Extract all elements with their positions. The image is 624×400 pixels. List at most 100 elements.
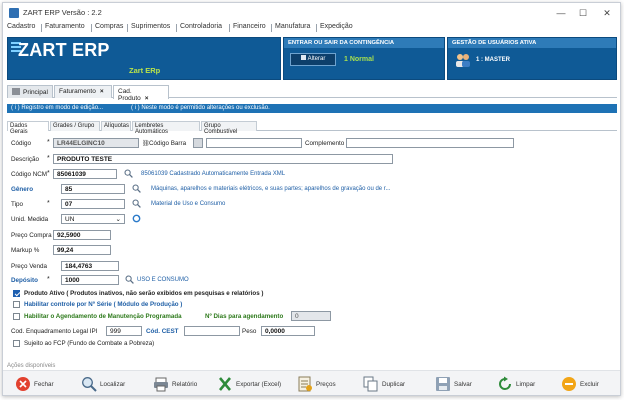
menu-faturamento[interactable]: Faturamento (45, 23, 85, 30)
contingencia-status: 1 Normal (344, 56, 374, 63)
codigo-field[interactable]: LR44ELGINC10 (53, 138, 139, 148)
users-title: GESTÃO DE USUÁRIOS ATIVA (448, 38, 616, 48)
menu-compras[interactable]: Compras (95, 23, 123, 30)
codigo-label: Código (11, 140, 31, 147)
cest-label: Cód. CEST (146, 328, 179, 335)
close-icon[interactable]: ✕ (600, 6, 614, 20)
serie-checkbox[interactable] (13, 301, 20, 308)
minimize-icon[interactable]: — (554, 6, 568, 20)
menu-controladoria[interactable]: Controladoria (180, 23, 222, 30)
sub-tabs: Dados Gerais Grades / Grupo Alíquotas Le… (7, 120, 617, 135)
printer-icon (154, 377, 168, 392)
markup-label: Markup % (11, 247, 40, 254)
deposito-field[interactable]: 1000 (61, 275, 119, 285)
produto-ativo-label: Produto Ativo ( Produtos inativos, não s… (24, 290, 264, 297)
close-tab-icon[interactable]: × (100, 88, 104, 95)
tipo-label: Tipo (11, 201, 24, 208)
enquadramento-field[interactable]: 999 (106, 326, 142, 336)
manutencao-label: Habilitar o Agendamento de Manutenção Pr… (24, 313, 182, 320)
ncm-field[interactable]: 85061039 (53, 169, 117, 179)
search-icon[interactable] (124, 169, 133, 178)
menu-cadastro[interactable]: Cadastro (7, 23, 35, 30)
subtab-lembretes[interactable]: Lembretes Automáticos (132, 121, 200, 135)
produto-ativo-checkbox[interactable] (13, 290, 20, 297)
alterar-button[interactable]: Alterar (290, 53, 336, 66)
tipo-description: Material de Uso e Consumo (151, 201, 226, 207)
title-bar: ZART ERP Versão : 2.2 — ☐ ✕ (3, 3, 620, 23)
info-right: ( i ) Neste modo é permitido alterações … (131, 105, 270, 111)
actions-title: Ações disponíveis (7, 363, 56, 369)
genero-label: Gênero (11, 186, 34, 193)
chevron-down-icon: ⌄ (115, 216, 121, 223)
manutencao-checkbox[interactable] (13, 313, 20, 320)
logo-text: ZART ERP (18, 40, 110, 60)
menu-bar: Cadastro Faturamento Compras Suprimentos… (3, 23, 620, 34)
cest-field[interactable] (184, 326, 240, 336)
maximize-icon[interactable]: ☐ (576, 6, 590, 20)
unid-select[interactable]: UN ⌄ (61, 214, 125, 224)
info-bar: ( i ) Registro em modo de edição... ( i … (7, 104, 617, 113)
window-title: ZART ERP Versão : 2.2 (23, 8, 102, 17)
ncm-description: 85061039 Cadastrado Automaticamente Entr… (141, 171, 286, 177)
menu-expedicao[interactable]: Expedição (320, 23, 353, 30)
tab-faturamento[interactable]: Faturamento × (54, 85, 112, 98)
main-tabs: Principal Faturamento × Cad. Produto × (7, 84, 617, 102)
close-tab-icon[interactable]: × (145, 95, 149, 102)
refresh-icon[interactable] (132, 214, 141, 223)
refresh-icon (499, 376, 511, 390)
app-icon (9, 8, 19, 18)
app-window: ZART ERP Versão : 2.2 — ☐ ✕ Cadastro Fat… (2, 2, 621, 396)
tab-principal[interactable]: Principal (7, 85, 53, 98)
preco-compra-label: Preço Compra (11, 232, 52, 239)
complemento-label: Complemento (305, 140, 345, 147)
dias-field[interactable]: 0 (291, 311, 331, 321)
save-icon (436, 377, 450, 391)
search-icon[interactable] (132, 184, 141, 193)
menu-suprimentos[interactable]: Suprimentos (131, 23, 170, 30)
genero-field[interactable]: 85 (61, 184, 125, 194)
menu-financeiro[interactable]: Financeiro (233, 23, 266, 30)
subtab-grupo-combustivel[interactable]: Grupo Combustível (201, 121, 257, 135)
subtab-dados-gerais[interactable]: Dados Gerais (7, 121, 49, 135)
preco-venda-field[interactable]: 184,4763 (61, 261, 119, 271)
search-icon[interactable] (125, 275, 134, 284)
enquadramento-label: Cod. Enquadramento Legal IPI (11, 328, 98, 335)
edit-icon (300, 55, 306, 60)
dias-label: Nº Dias para agendamento (205, 313, 284, 320)
contingencia-panel: ENTRAR OU SAIR DA CONTINGÊNCIA Alterar 1… (283, 37, 445, 80)
excel-icon (219, 377, 231, 391)
ncm-label: Código NCM (11, 171, 48, 178)
barcode-icon[interactable] (193, 138, 203, 148)
markup-field[interactable]: 99,24 (53, 245, 111, 255)
deposito-label: Depósito (11, 277, 38, 284)
peso-field[interactable]: 0,0000 (261, 326, 315, 336)
serie-label: Habilitar controle por Nº Série ( Módulo… (24, 301, 183, 308)
action-bar: Fechar Localizar Relatório Exportar (Exc… (3, 370, 620, 395)
header: ZART ERP Zart ERp ENTRAR OU SAIR DA CONT… (7, 37, 617, 80)
peso-label: Peso (242, 328, 257, 335)
subtab-grades-grupo[interactable]: Grades / Grupo (50, 121, 100, 131)
users-icon (456, 54, 470, 67)
search-icon[interactable] (132, 199, 141, 208)
fcp-checkbox[interactable] (13, 340, 20, 347)
tipo-field[interactable]: 07 (61, 199, 125, 209)
codigo-barra-field[interactable] (206, 138, 302, 148)
preco-compra-field[interactable]: 92,5900 (53, 230, 111, 240)
complemento-field[interactable] (346, 138, 514, 148)
preco-venda-label: Preço Venda (11, 263, 48, 270)
tab-cad-produto[interactable]: Cad. Produto × (113, 85, 169, 102)
descricao-label: Descrição (11, 156, 39, 163)
codigo-barra-label: Código Barra (149, 140, 187, 147)
users-value: 1 : MASTER (476, 57, 511, 63)
close-circle-icon (16, 377, 30, 391)
logo-panel: ZART ERP Zart ERp (7, 37, 281, 80)
logo-subtitle: Zart ERp (129, 66, 161, 75)
menu-manufatura[interactable]: Manufatura (275, 23, 310, 30)
deposito-description: USO E CONSUMO (137, 277, 189, 283)
descricao-field[interactable]: PRODUTO TESTE (53, 154, 393, 164)
subtab-aliquotas[interactable]: Alíquotas (101, 121, 131, 131)
duplicate-icon (363, 376, 378, 392)
delete-icon (562, 377, 576, 391)
genero-description: Máquinas, aparelhos e materiais elétrico… (151, 186, 391, 192)
price-list-icon (298, 376, 312, 392)
